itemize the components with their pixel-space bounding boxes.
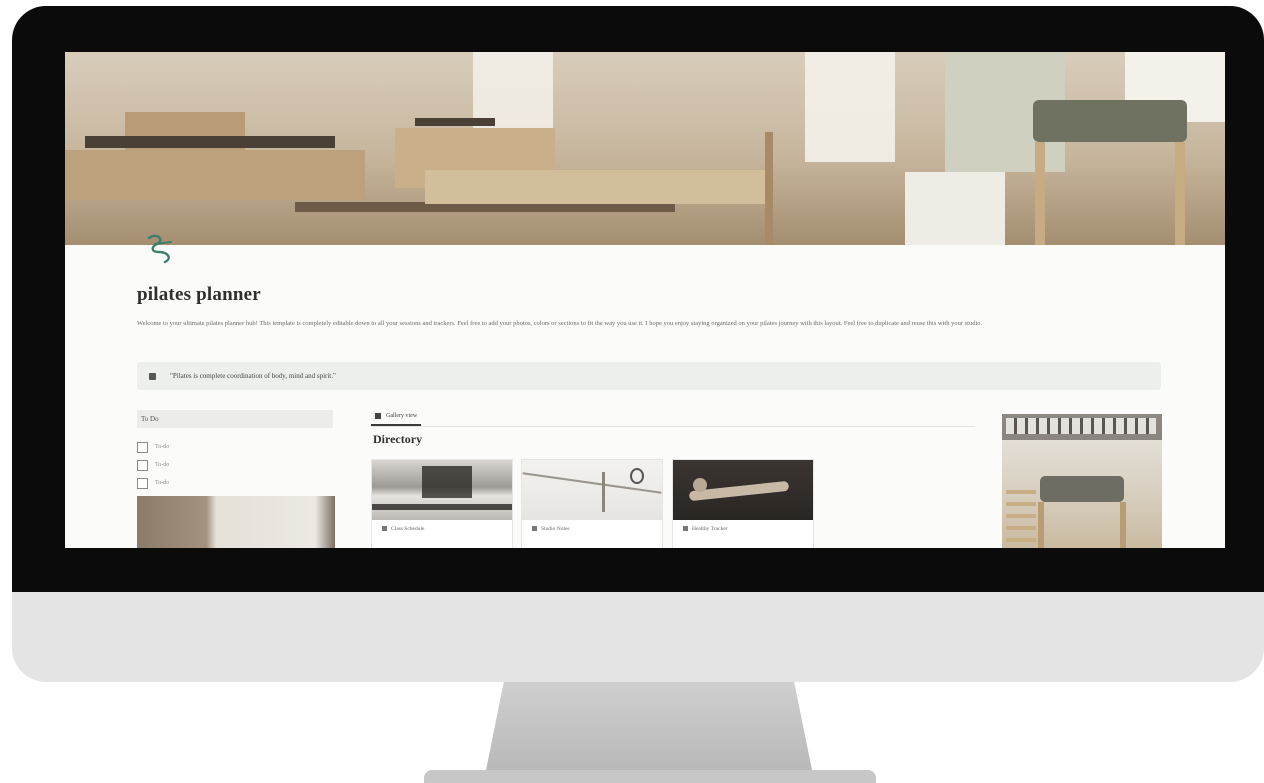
screen: pilates planner Welcome to your ultimate… — [65, 52, 1225, 548]
gallery-card[interactable]: Class Schedule — [371, 459, 513, 548]
callout-icon — [149, 372, 156, 380]
tab-label: Gallery view — [386, 413, 418, 419]
studio-photo — [137, 496, 335, 548]
quote-callout: "Pilates is complete coordination of bod… — [137, 362, 1161, 390]
todo-label: To-do — [155, 444, 170, 450]
card-label: Class Schedule — [382, 526, 424, 532]
directory-title: Directory — [373, 432, 423, 446]
todo-item[interactable]: To-do — [137, 474, 169, 492]
todo-item[interactable]: To-do — [137, 456, 169, 474]
checkbox[interactable] — [137, 477, 148, 489]
monitor-stand-base — [424, 770, 876, 783]
todo-label: To-do — [155, 480, 170, 486]
card-image — [372, 460, 512, 520]
divider — [371, 426, 975, 427]
todo-item[interactable]: To-do — [137, 438, 169, 456]
card-image — [522, 460, 662, 520]
monitor-stand — [484, 682, 814, 780]
gallery-icon — [375, 413, 381, 419]
page-icon — [382, 526, 387, 532]
page-icon — [683, 526, 688, 532]
reformer-photo — [1002, 414, 1162, 548]
todo-label: To-do — [155, 462, 170, 468]
leaf-icon — [147, 234, 172, 264]
checkbox[interactable] — [137, 459, 148, 471]
card-label: Healthy Tracker — [683, 526, 728, 532]
page-icon — [532, 526, 537, 532]
gallery-card[interactable]: Healthy Tracker — [672, 459, 814, 548]
tab-gallery-view[interactable]: Gallery view — [371, 408, 422, 426]
gallery-card[interactable]: Studio Notes — [521, 459, 663, 548]
card-image — [673, 460, 813, 520]
cover-image — [65, 52, 1225, 245]
card-label: Studio Notes — [532, 526, 570, 532]
todo-list: To-do To-do To-do — [137, 438, 169, 492]
callout-text: "Pilates is complete coordination of bod… — [170, 372, 336, 380]
monitor-chin — [12, 592, 1264, 682]
todo-header: To Do — [137, 410, 333, 428]
checkbox[interactable] — [137, 441, 148, 453]
page-title: pilates planner — [137, 284, 261, 305]
page-intro: Welcome to your ultimate pilates planner… — [137, 320, 983, 327]
